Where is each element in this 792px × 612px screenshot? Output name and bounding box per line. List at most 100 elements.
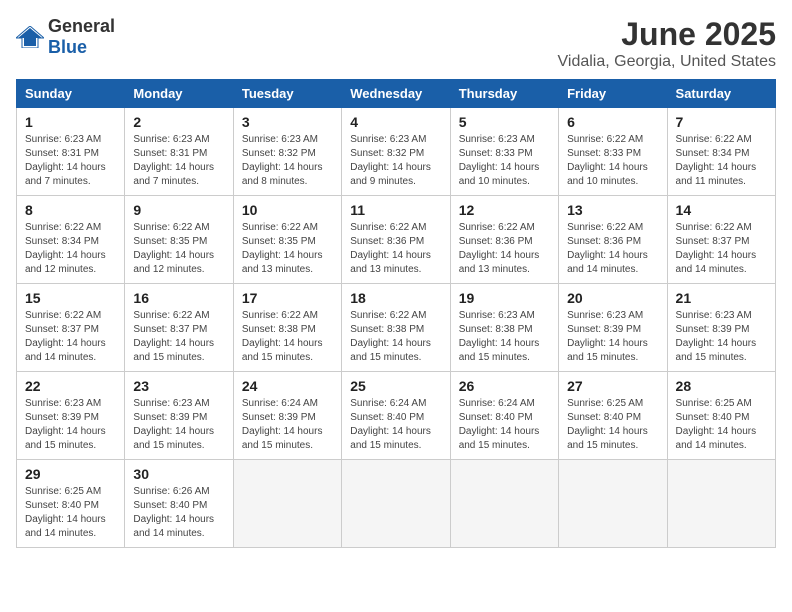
column-header-sunday: Sunday bbox=[17, 80, 125, 108]
day-number: 1 bbox=[25, 114, 116, 130]
calendar-cell: 23 Sunrise: 6:23 AM Sunset: 8:39 PM Dayl… bbox=[125, 372, 233, 460]
calendar-cell: 1 Sunrise: 6:23 AM Sunset: 8:31 PM Dayli… bbox=[17, 108, 125, 196]
day-info: Sunrise: 6:25 AM Sunset: 8:40 PM Dayligh… bbox=[25, 485, 116, 541]
day-info: Sunrise: 6:24 AM Sunset: 8:40 PM Dayligh… bbox=[350, 397, 441, 453]
header: General Blue June 2025 Vidalia, Georgia,… bbox=[16, 16, 776, 71]
calendar-cell: 18 Sunrise: 6:22 AM Sunset: 8:38 PM Dayl… bbox=[342, 284, 450, 372]
day-number: 10 bbox=[242, 202, 333, 218]
day-info: Sunrise: 6:24 AM Sunset: 8:39 PM Dayligh… bbox=[242, 397, 333, 453]
day-info: Sunrise: 6:22 AM Sunset: 8:38 PM Dayligh… bbox=[242, 309, 333, 365]
day-info: Sunrise: 6:22 AM Sunset: 8:36 PM Dayligh… bbox=[459, 221, 550, 277]
calendar-cell: 2 Sunrise: 6:23 AM Sunset: 8:31 PM Dayli… bbox=[125, 108, 233, 196]
logo-blue: Blue bbox=[48, 37, 87, 57]
calendar-cell: 9 Sunrise: 6:22 AM Sunset: 8:35 PM Dayli… bbox=[125, 196, 233, 284]
calendar-week-3: 15 Sunrise: 6:22 AM Sunset: 8:37 PM Dayl… bbox=[17, 284, 776, 372]
day-number: 30 bbox=[133, 466, 224, 482]
day-number: 25 bbox=[350, 378, 441, 394]
calendar-cell: 14 Sunrise: 6:22 AM Sunset: 8:37 PM Dayl… bbox=[667, 196, 775, 284]
day-number: 13 bbox=[567, 202, 658, 218]
day-info: Sunrise: 6:24 AM Sunset: 8:40 PM Dayligh… bbox=[459, 397, 550, 453]
column-header-tuesday: Tuesday bbox=[233, 80, 341, 108]
calendar-cell: 10 Sunrise: 6:22 AM Sunset: 8:35 PM Dayl… bbox=[233, 196, 341, 284]
day-info: Sunrise: 6:22 AM Sunset: 8:37 PM Dayligh… bbox=[25, 309, 116, 365]
day-number: 6 bbox=[567, 114, 658, 130]
day-number: 8 bbox=[25, 202, 116, 218]
day-number: 28 bbox=[676, 378, 767, 394]
day-number: 17 bbox=[242, 290, 333, 306]
day-info: Sunrise: 6:26 AM Sunset: 8:40 PM Dayligh… bbox=[133, 485, 224, 541]
calendar-cell: 22 Sunrise: 6:23 AM Sunset: 8:39 PM Dayl… bbox=[17, 372, 125, 460]
day-info: Sunrise: 6:22 AM Sunset: 8:34 PM Dayligh… bbox=[25, 221, 116, 277]
calendar: SundayMondayTuesdayWednesdayThursdayFrid… bbox=[16, 79, 776, 548]
calendar-cell: 4 Sunrise: 6:23 AM Sunset: 8:32 PM Dayli… bbox=[342, 108, 450, 196]
day-number: 18 bbox=[350, 290, 441, 306]
calendar-cell: 29 Sunrise: 6:25 AM Sunset: 8:40 PM Dayl… bbox=[17, 460, 125, 548]
calendar-cell: 28 Sunrise: 6:25 AM Sunset: 8:40 PM Dayl… bbox=[667, 372, 775, 460]
calendar-cell bbox=[342, 460, 450, 548]
day-number: 22 bbox=[25, 378, 116, 394]
day-info: Sunrise: 6:23 AM Sunset: 8:39 PM Dayligh… bbox=[676, 309, 767, 365]
column-header-monday: Monday bbox=[125, 80, 233, 108]
calendar-cell: 26 Sunrise: 6:24 AM Sunset: 8:40 PM Dayl… bbox=[450, 372, 558, 460]
calendar-cell: 21 Sunrise: 6:23 AM Sunset: 8:39 PM Dayl… bbox=[667, 284, 775, 372]
day-number: 2 bbox=[133, 114, 224, 130]
day-info: Sunrise: 6:22 AM Sunset: 8:36 PM Dayligh… bbox=[567, 221, 658, 277]
day-info: Sunrise: 6:22 AM Sunset: 8:35 PM Dayligh… bbox=[242, 221, 333, 277]
day-number: 3 bbox=[242, 114, 333, 130]
day-info: Sunrise: 6:22 AM Sunset: 8:33 PM Dayligh… bbox=[567, 133, 658, 189]
day-number: 15 bbox=[25, 290, 116, 306]
day-number: 5 bbox=[459, 114, 550, 130]
day-number: 7 bbox=[676, 114, 767, 130]
day-info: Sunrise: 6:22 AM Sunset: 8:37 PM Dayligh… bbox=[133, 309, 224, 365]
day-number: 27 bbox=[567, 378, 658, 394]
day-number: 9 bbox=[133, 202, 224, 218]
month-title: June 2025 bbox=[558, 16, 777, 53]
day-info: Sunrise: 6:25 AM Sunset: 8:40 PM Dayligh… bbox=[676, 397, 767, 453]
calendar-cell: 19 Sunrise: 6:23 AM Sunset: 8:38 PM Dayl… bbox=[450, 284, 558, 372]
calendar-cell: 24 Sunrise: 6:24 AM Sunset: 8:39 PM Dayl… bbox=[233, 372, 341, 460]
calendar-cell: 27 Sunrise: 6:25 AM Sunset: 8:40 PM Dayl… bbox=[559, 372, 667, 460]
calendar-cell: 11 Sunrise: 6:22 AM Sunset: 8:36 PM Dayl… bbox=[342, 196, 450, 284]
calendar-week-1: 1 Sunrise: 6:23 AM Sunset: 8:31 PM Dayli… bbox=[17, 108, 776, 196]
calendar-week-4: 22 Sunrise: 6:23 AM Sunset: 8:39 PM Dayl… bbox=[17, 372, 776, 460]
day-number: 11 bbox=[350, 202, 441, 218]
day-number: 12 bbox=[459, 202, 550, 218]
day-number: 23 bbox=[133, 378, 224, 394]
day-info: Sunrise: 6:22 AM Sunset: 8:37 PM Dayligh… bbox=[676, 221, 767, 277]
day-number: 24 bbox=[242, 378, 333, 394]
day-info: Sunrise: 6:25 AM Sunset: 8:40 PM Dayligh… bbox=[567, 397, 658, 453]
day-number: 26 bbox=[459, 378, 550, 394]
day-info: Sunrise: 6:22 AM Sunset: 8:36 PM Dayligh… bbox=[350, 221, 441, 277]
calendar-week-2: 8 Sunrise: 6:22 AM Sunset: 8:34 PM Dayli… bbox=[17, 196, 776, 284]
column-header-friday: Friday bbox=[559, 80, 667, 108]
calendar-cell: 20 Sunrise: 6:23 AM Sunset: 8:39 PM Dayl… bbox=[559, 284, 667, 372]
day-info: Sunrise: 6:23 AM Sunset: 8:31 PM Dayligh… bbox=[25, 133, 116, 189]
day-number: 21 bbox=[676, 290, 767, 306]
day-number: 4 bbox=[350, 114, 441, 130]
calendar-cell: 16 Sunrise: 6:22 AM Sunset: 8:37 PM Dayl… bbox=[125, 284, 233, 372]
calendar-cell: 17 Sunrise: 6:22 AM Sunset: 8:38 PM Dayl… bbox=[233, 284, 341, 372]
day-info: Sunrise: 6:22 AM Sunset: 8:35 PM Dayligh… bbox=[133, 221, 224, 277]
calendar-cell bbox=[559, 460, 667, 548]
logo-icon bbox=[16, 26, 44, 48]
day-info: Sunrise: 6:23 AM Sunset: 8:33 PM Dayligh… bbox=[459, 133, 550, 189]
logo-general: General bbox=[48, 16, 115, 36]
column-header-wednesday: Wednesday bbox=[342, 80, 450, 108]
calendar-cell: 8 Sunrise: 6:22 AM Sunset: 8:34 PM Dayli… bbox=[17, 196, 125, 284]
day-number: 20 bbox=[567, 290, 658, 306]
day-info: Sunrise: 6:22 AM Sunset: 8:34 PM Dayligh… bbox=[676, 133, 767, 189]
day-info: Sunrise: 6:22 AM Sunset: 8:38 PM Dayligh… bbox=[350, 309, 441, 365]
day-info: Sunrise: 6:23 AM Sunset: 8:32 PM Dayligh… bbox=[350, 133, 441, 189]
title-area: June 2025 Vidalia, Georgia, United State… bbox=[558, 16, 777, 71]
day-info: Sunrise: 6:23 AM Sunset: 8:38 PM Dayligh… bbox=[459, 309, 550, 365]
day-number: 19 bbox=[459, 290, 550, 306]
day-info: Sunrise: 6:23 AM Sunset: 8:39 PM Dayligh… bbox=[567, 309, 658, 365]
calendar-week-5: 29 Sunrise: 6:25 AM Sunset: 8:40 PM Dayl… bbox=[17, 460, 776, 548]
calendar-header-row: SundayMondayTuesdayWednesdayThursdayFrid… bbox=[17, 80, 776, 108]
calendar-cell: 15 Sunrise: 6:22 AM Sunset: 8:37 PM Dayl… bbox=[17, 284, 125, 372]
column-header-saturday: Saturday bbox=[667, 80, 775, 108]
location-title: Vidalia, Georgia, United States bbox=[558, 53, 777, 71]
day-number: 16 bbox=[133, 290, 224, 306]
day-number: 29 bbox=[25, 466, 116, 482]
calendar-cell: 7 Sunrise: 6:22 AM Sunset: 8:34 PM Dayli… bbox=[667, 108, 775, 196]
